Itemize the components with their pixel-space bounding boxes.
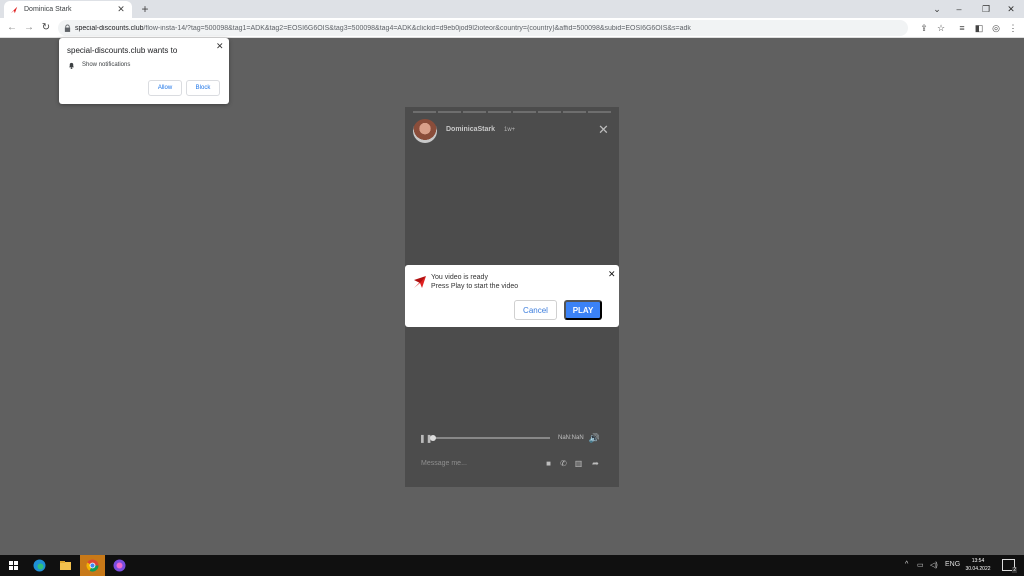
share-icon[interactable]: ⇪ — [917, 21, 931, 35]
restore-icon[interactable]: ❐ — [975, 1, 997, 17]
block-button[interactable]: Block — [186, 80, 220, 96]
pause-icon[interactable]: ❚❚ — [419, 434, 432, 443]
story-time: 1w+ — [504, 127, 516, 133]
speaker-icon[interactable]: ◁) — [930, 561, 938, 569]
lock-icon — [64, 24, 71, 32]
address-bar[interactable]: special-discounts.club/flow-insta-14/?ta… — [58, 20, 908, 36]
url-text: special-discounts.club/flow-insta-14/?ta… — [75, 25, 691, 32]
tab-close-icon[interactable]: ✕ — [116, 4, 126, 15]
chrome-icon — [86, 559, 99, 572]
network-icon[interactable]: ▭ — [917, 561, 924, 569]
story-progress-segment — [488, 111, 511, 113]
play-button[interactable]: PLAY — [564, 300, 602, 320]
notification-permission-popup: special-discounts.club wants to ✕ Show n… — [59, 38, 229, 104]
player-controls: ❚❚ NaN:NaN 🔊 — [419, 433, 605, 443]
back-icon[interactable]: ← — [5, 21, 19, 35]
tray-chevron-icon[interactable]: ^ — [905, 561, 908, 568]
rocket-icon — [414, 276, 426, 288]
profile-icon[interactable]: ◎ — [989, 21, 1003, 35]
story-username[interactable]: DominicaStark — [446, 126, 495, 133]
story-progress — [413, 111, 611, 113]
tab-search-icon[interactable]: ⌄ — [926, 1, 948, 17]
chrome-taskbar-active[interactable] — [80, 555, 105, 576]
permission-close-icon[interactable]: ✕ — [216, 41, 224, 52]
url-host: special-discounts.club — [75, 24, 144, 32]
clock[interactable]: 13:54 30.04.2022 — [960, 557, 996, 573]
file-explorer-icon[interactable] — [58, 558, 73, 573]
reading-list-icon[interactable]: ≡ — [955, 21, 969, 35]
tab-strip: Dominica Stark ✕ + ⌄ – ❐ ✕ — [0, 0, 1024, 18]
window-close-icon[interactable]: ✕ — [1000, 1, 1022, 17]
dialog-line-2: Press Play to start the video — [431, 283, 519, 290]
story-progress-segment — [438, 111, 461, 113]
story-progress-segment — [463, 111, 486, 113]
seek-bar[interactable] — [430, 435, 550, 441]
new-tab-icon[interactable]: + — [139, 2, 151, 16]
permission-row: Show notifications — [68, 61, 130, 69]
permission-title: special-discounts.club wants to — [67, 46, 178, 55]
video-call-icon[interactable]: ■ — [543, 459, 554, 468]
video-ready-dialog: You video is ready Press Play to start t… — [405, 265, 619, 327]
dialog-line-1: You video is ready — [431, 274, 488, 281]
avatar[interactable] — [413, 119, 437, 143]
phone-icon[interactable]: ✆ — [558, 459, 569, 468]
bell-icon — [68, 62, 75, 69]
language-indicator[interactable]: ENG — [945, 561, 960, 568]
permission-text: Show notifications — [82, 62, 131, 68]
tab-title: Dominica Stark — [24, 6, 72, 13]
bookmark-star-icon[interactable]: ☆ — [934, 21, 948, 35]
url-path: /flow-insta-14/?tag=500098&tag1=ADK&tag2… — [143, 24, 691, 32]
side-panel-icon[interactable]: ◧ — [972, 21, 986, 35]
volume-icon[interactable]: 🔊 — [589, 433, 600, 444]
story-progress-segment — [538, 111, 561, 113]
browser-tab[interactable]: Dominica Stark ✕ — [4, 1, 132, 18]
share-arrow-icon[interactable]: ➦ — [590, 459, 601, 468]
favicon-icon — [10, 6, 18, 13]
notification-count: 2 — [1012, 567, 1017, 573]
notification-center-icon[interactable]: 2 — [1002, 559, 1017, 573]
dialog-close-icon[interactable]: ✕ — [608, 269, 616, 280]
browser-toolbar: ← → ↻ special-discounts.club/flow-insta-… — [0, 18, 1024, 38]
forward-icon[interactable]: → — [22, 21, 36, 35]
windows-start-icon[interactable] — [6, 558, 21, 573]
menu-icon[interactable]: ⋮ — [1006, 21, 1020, 35]
clock-time: 13:54 — [971, 558, 985, 564]
story-progress-segment — [588, 111, 611, 113]
app-icon[interactable] — [112, 558, 127, 573]
story-progress-segment — [513, 111, 536, 113]
seek-knob[interactable] — [430, 435, 436, 441]
minimize-icon[interactable]: – — [948, 1, 970, 17]
story-progress-segment — [413, 111, 436, 113]
player-time: NaN:NaN — [558, 435, 584, 441]
reload-icon[interactable]: ↻ — [39, 21, 53, 35]
taskbar: ^ ▭ ◁) ENG 13:54 30.04.2022 2 — [0, 555, 1024, 576]
clock-date: 30.04.2022 — [965, 566, 991, 572]
story-progress-segment — [563, 111, 586, 113]
gift-icon[interactable]: ▥ — [573, 459, 584, 468]
cancel-button[interactable]: Cancel — [514, 300, 557, 320]
story-close-icon[interactable]: ✕ — [598, 123, 609, 136]
allow-button[interactable]: Allow — [148, 80, 182, 96]
edge-icon[interactable] — [32, 558, 47, 573]
message-input[interactable]: Message me... — [421, 460, 467, 467]
